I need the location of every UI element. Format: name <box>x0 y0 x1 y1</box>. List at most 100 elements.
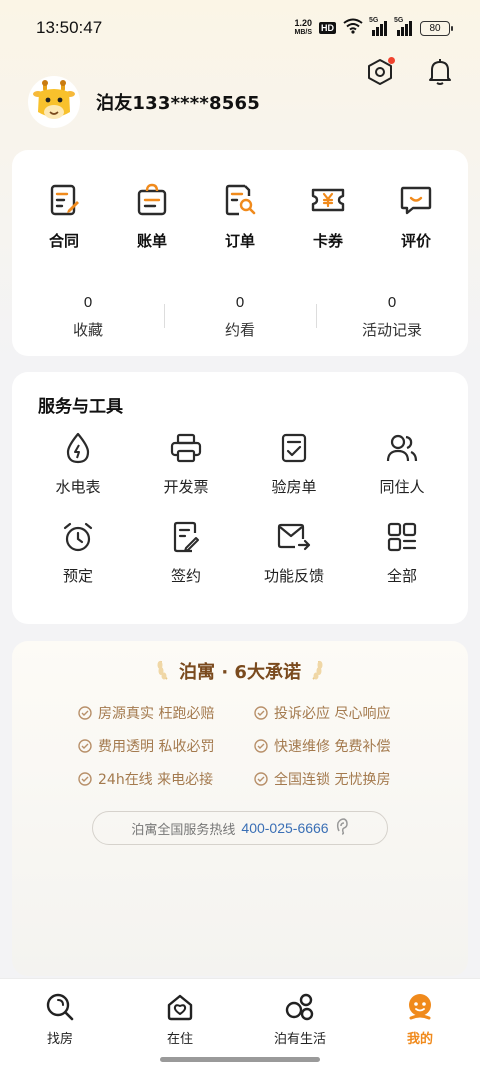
service-feedback[interactable]: 功能反馈 <box>240 519 348 586</box>
service-utility[interactable]: 水电表 <box>24 430 132 497</box>
service-sign[interactable]: 签约 <box>132 519 240 586</box>
profile-mascot-icon <box>404 991 436 1023</box>
stat-favorites[interactable]: 0 收藏 <box>12 294 164 340</box>
quick-action-label: 评价 <box>400 232 431 250</box>
service-roommates[interactable]: 同住人 <box>348 430 456 497</box>
quick-action-label: 卡券 <box>312 232 343 250</box>
promise-header: 泊寓 · 6大承诺 <box>12 657 468 685</box>
service-label: 预定 <box>62 567 93 585</box>
quick-action-label: 订单 <box>224 232 255 250</box>
service-label: 全部 <box>386 567 417 585</box>
check-circle-icon <box>254 772 268 786</box>
promise-text: 快速维修 免费补偿 <box>274 739 391 755</box>
quick-action-order[interactable]: 订单 <box>200 180 280 251</box>
header-actions <box>364 56 456 88</box>
net-speed-unit: MB/S <box>294 29 312 36</box>
status-indicators: 1.20 MB/S HD 5G 5G 80 <box>294 17 453 38</box>
service-invoice[interactable]: 开发票 <box>132 430 240 497</box>
hotline-number: 400-025-6666 <box>241 820 329 836</box>
stat-count: 0 <box>235 294 245 311</box>
quick-action-bill[interactable]: 账单 <box>112 180 192 251</box>
stat-activity[interactable]: 0 活动记录 <box>316 294 468 340</box>
bell-icon[interactable] <box>424 56 456 88</box>
tab-find-house[interactable]: 找房 <box>0 979 120 1072</box>
promise-text: 房源真实 枉跑必赔 <box>98 706 215 722</box>
hotline-button[interactable]: 泊寓全国服务热线 400-025-6666 <box>92 811 388 845</box>
promise-list: 房源真实 枉跑必赔 投诉必应 尽心响应 费用透明 私收必罚 快速维修 免费补偿 … <box>78 703 430 789</box>
promise-item: 投诉必应 尽心响应 <box>254 703 430 723</box>
signal-icon-1: 5G <box>369 17 388 36</box>
coupon-icon <box>308 180 348 220</box>
contract-icon <box>44 180 84 220</box>
quick-action-label: 合同 <box>48 232 79 250</box>
giraffe-avatar-icon[interactable] <box>28 76 80 128</box>
battery-indicator: 80 <box>420 20 453 36</box>
services-title: 服务与工具 <box>38 397 123 417</box>
stat-count: 0 <box>387 294 397 311</box>
check-circle-icon <box>78 772 92 786</box>
quick-action-review[interactable]: 评价 <box>376 180 456 251</box>
settings-notification-dot <box>388 57 395 64</box>
promise-title: 泊寓 · 6大承诺 <box>179 662 301 683</box>
tab-label: 我的 <box>406 1032 433 1047</box>
signal2-label: 5G <box>394 17 404 24</box>
tab-label: 在住 <box>166 1032 193 1047</box>
life-circles-icon <box>284 991 316 1023</box>
search-house-icon <box>44 991 76 1023</box>
stat-label: 约看 <box>224 321 255 339</box>
utility-drop-icon <box>60 430 96 466</box>
stat-count: 0 <box>83 294 93 311</box>
tab-mine[interactable]: 我的 <box>360 979 480 1072</box>
promise-item: 全国连锁 无忧换房 <box>254 769 430 789</box>
username: 泊友133****8565 <box>96 93 260 114</box>
quick-action-contract[interactable]: 合同 <box>24 180 104 251</box>
tab-label: 泊有生活 <box>273 1032 326 1047</box>
service-label: 开发票 <box>163 478 209 496</box>
service-reserve[interactable]: 预定 <box>24 519 132 586</box>
promise-item: 房源真实 枉跑必赔 <box>78 703 254 723</box>
services-grid: 水电表 开发票 验房单 同住人 预定 签约 功能反馈 全部 <box>24 430 456 586</box>
quick-action-label: 账单 <box>136 232 167 250</box>
check-circle-icon <box>254 739 268 753</box>
laurel-left-icon <box>155 657 171 685</box>
grid-all-icon <box>384 519 420 555</box>
net-speed-value: 1.20 <box>294 18 312 28</box>
phone-ear-icon <box>335 817 349 839</box>
promise-text: 费用透明 私收必罚 <box>98 739 215 755</box>
check-circle-icon <box>254 706 268 720</box>
mail-feedback-icon <box>276 519 312 555</box>
promise-text: 24h在线 来电必接 <box>98 772 214 788</box>
promise-card: 泊寓 · 6大承诺 房源真实 枉跑必赔 投诉必应 尽心响应 费用透明 私收必罚 … <box>12 641 468 976</box>
stat-viewings[interactable]: 0 约看 <box>164 294 316 340</box>
stat-label: 收藏 <box>72 321 103 339</box>
home-indicator <box>160 1057 320 1062</box>
stat-label: 活动记录 <box>361 321 422 339</box>
stats-row: 0 收藏 0 约看 0 活动记录 <box>12 294 468 340</box>
check-circle-icon <box>78 739 92 753</box>
promise-item: 费用透明 私收必罚 <box>78 736 254 756</box>
promise-text: 全国连锁 无忧换房 <box>274 772 391 788</box>
quick-action-coupon[interactable]: 卡券 <box>288 180 368 251</box>
check-circle-icon <box>78 706 92 720</box>
home-heart-icon <box>164 991 196 1023</box>
review-chat-icon <box>396 180 436 220</box>
status-bar: 13:50:47 1.20 MB/S HD 5G 5G 80 <box>0 0 480 56</box>
checklist-icon <box>276 430 312 466</box>
bill-icon <box>132 180 172 220</box>
promise-item: 快速维修 免费补偿 <box>254 736 430 756</box>
wifi-icon <box>343 18 363 38</box>
promise-item: 24h在线 来电必接 <box>78 769 254 789</box>
signal-icon-2: 5G <box>394 17 413 36</box>
quick-actions-card: 合同 账单 订单 卡券 评价 0 收藏 0 约看 0 活动记录 <box>12 150 468 356</box>
hd-badge: HD <box>319 22 336 34</box>
service-label: 签约 <box>170 567 201 585</box>
service-label: 同住人 <box>379 478 425 496</box>
services-card: 服务与工具 水电表 开发票 验房单 同住人 预定 签约 功能反馈 全部 <box>12 372 468 624</box>
order-search-icon <box>220 180 260 220</box>
profile-header[interactable]: 泊友133****8565 <box>28 76 260 128</box>
service-all[interactable]: 全部 <box>348 519 456 586</box>
promise-text: 投诉必应 尽心响应 <box>274 706 391 722</box>
service-inspection[interactable]: 验房单 <box>240 430 348 497</box>
signal1-label: 5G <box>369 17 379 24</box>
hexagon-settings-icon[interactable] <box>364 56 396 88</box>
